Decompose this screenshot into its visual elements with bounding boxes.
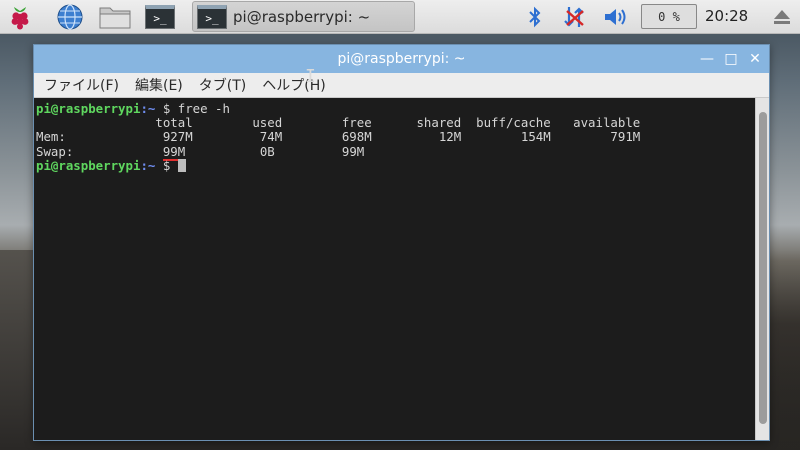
task-terminal[interactable]: >_ pi@raspberrypi: ~ bbox=[192, 1, 415, 32]
cpu-usage-monitor[interactable]: 0 % bbox=[641, 4, 697, 29]
task-title: pi@raspberrypi: ~ bbox=[233, 7, 371, 26]
window-titlebar[interactable]: pi@raspberrypi: ~ — □ ✕ bbox=[34, 45, 769, 73]
scrollbar-thumb[interactable] bbox=[759, 112, 767, 424]
raspberry-menu-icon[interactable] bbox=[6, 3, 34, 31]
command-text: free -h bbox=[170, 101, 230, 116]
bluetooth-icon[interactable] bbox=[521, 3, 549, 31]
terminal-scrollbar[interactable] bbox=[755, 98, 769, 440]
close-icon[interactable]: ✕ bbox=[746, 50, 764, 68]
file-manager-icon[interactable] bbox=[98, 3, 132, 31]
text-cursor bbox=[177, 158, 186, 172]
mouse-ibeam-cursor-icon: I bbox=[305, 66, 316, 87]
terminal-icon: >_ bbox=[197, 4, 227, 29]
swap-label: Swap: bbox=[36, 143, 163, 159]
terminal-launcher-icon[interactable]: >_ bbox=[142, 3, 178, 31]
menu-tabs[interactable]: タブ(T) bbox=[199, 75, 246, 95]
menu-file[interactable]: ファイル(F) bbox=[44, 75, 119, 95]
prompt-user-2: pi@raspberrypi bbox=[36, 157, 141, 173]
network-disconnected-icon[interactable] bbox=[561, 3, 589, 31]
window-title: pi@raspberrypi: ~ bbox=[337, 51, 466, 67]
swap-rest: 0B 99M bbox=[185, 143, 365, 159]
menu-bar: ファイル(F) 編集(E) タブ(T) ヘルプ(H) bbox=[34, 73, 769, 98]
prompt-path: :~ bbox=[140, 101, 156, 116]
prompt-symbol: $ bbox=[155, 101, 171, 116]
browser-globe-icon[interactable] bbox=[56, 3, 84, 31]
current-prompt-line: pi@raspberrypi:~ $ bbox=[36, 157, 755, 173]
prompt-path-2: :~ bbox=[140, 157, 156, 173]
free-header-row: total used free shared buff/cache availa… bbox=[36, 115, 641, 131]
menu-edit[interactable]: 編集(E) bbox=[135, 75, 183, 95]
free-swap-row: Swap: 99M 0B 99M bbox=[36, 143, 755, 161]
prompt-user: pi@raspberrypi bbox=[36, 101, 141, 116]
prompt-symbol-2: $ bbox=[155, 157, 171, 173]
terminal-output[interactable]: pi@raspberrypi:~ $ free -h total used fr… bbox=[34, 98, 755, 440]
free-mem-row: Mem: 927M 74M 698M 12M 154M 791M bbox=[36, 129, 641, 145]
terminal-window: pi@raspberrypi: ~ — □ ✕ ファイル(F) 編集(E) タブ… bbox=[33, 44, 770, 441]
clock[interactable]: 20:28 bbox=[705, 7, 748, 25]
volume-icon[interactable] bbox=[602, 3, 630, 31]
menu-help[interactable]: ヘルプ(H) bbox=[262, 75, 325, 95]
command-line: pi@raspberrypi:~ $ free -h bbox=[36, 101, 755, 116]
eject-icon[interactable] bbox=[768, 3, 796, 31]
taskbar: >_ >_ pi@raspberrypi: ~ 0 % 20:28 bbox=[0, 0, 800, 34]
cpu-usage-value: 0 % bbox=[658, 9, 680, 24]
maximize-icon[interactable]: □ bbox=[722, 50, 740, 68]
minimize-icon[interactable]: — bbox=[698, 50, 716, 68]
